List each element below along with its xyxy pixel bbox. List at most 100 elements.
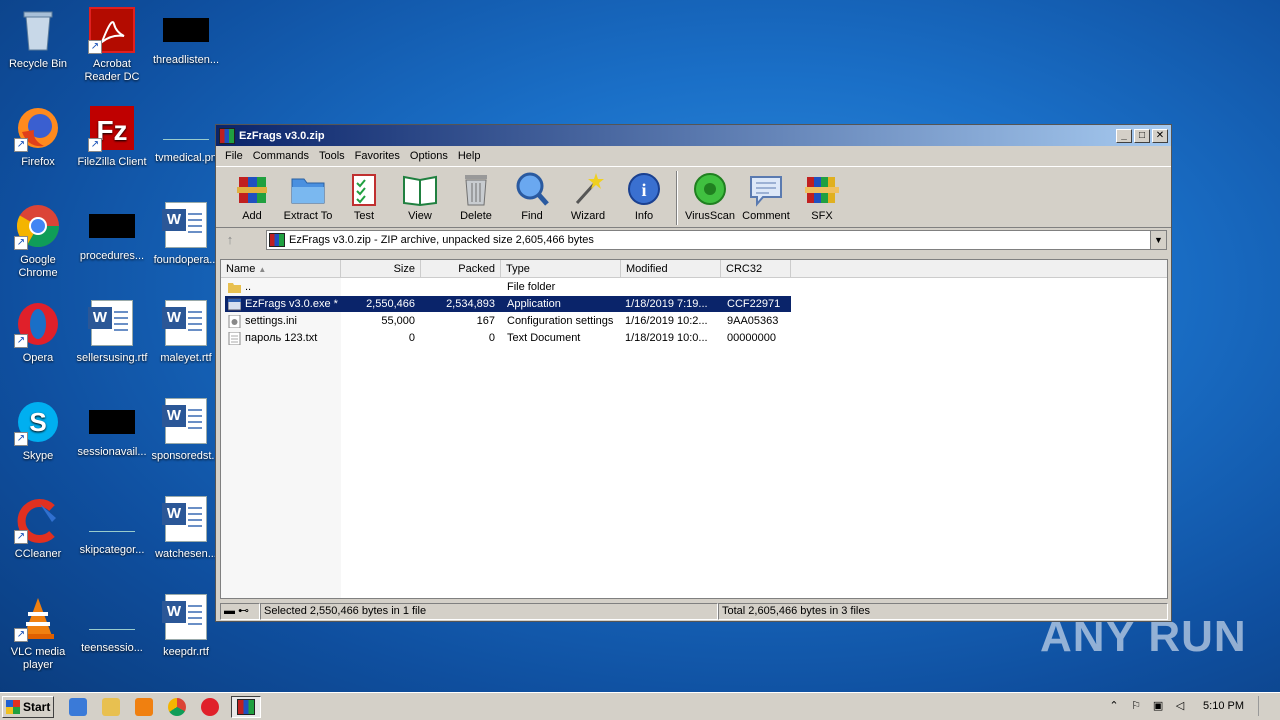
svg-text:S: S — [29, 407, 46, 437]
show-desktop-button[interactable] — [1258, 696, 1272, 716]
menu-file[interactable]: File — [220, 150, 248, 162]
table-row[interactable]: пароль 123.txt 0 0 Text Document 1/18/20… — [225, 330, 791, 346]
wizard-button[interactable]: Wizard — [560, 171, 616, 222]
virusscan-button[interactable]: VirusScan — [682, 171, 738, 222]
desktop-icon-filezilla[interactable]: Fz ↗ FileZilla Client — [74, 104, 150, 169]
column-header-type[interactable]: Type — [501, 260, 621, 278]
table-row-selected[interactable]: EzFrags v3.0.exe * 2,550,466 2,534,893 A… — [225, 296, 791, 312]
row-crc — [721, 279, 791, 295]
skype-icon: S ↗ — [14, 398, 62, 446]
desktop-icon-foundopera[interactable]: W foundopera... — [148, 202, 224, 267]
address-bar: ↑ EzFrags v3.0.zip - ZIP archive, unpack… — [216, 228, 1171, 252]
info-button[interactable]: i Info — [616, 171, 672, 222]
status-bar: ▬ ⊷ Selected 2,550,466 bytes in 1 file T… — [220, 603, 1168, 621]
add-button[interactable]: Add — [224, 171, 280, 222]
desktop-icon-skipcategor[interactable]: skipcategor... — [74, 496, 150, 557]
show-hidden-icons-icon[interactable]: ⌃ — [1107, 699, 1121, 713]
sfx-button[interactable]: SFX — [794, 171, 850, 222]
delete-icon — [457, 171, 495, 207]
winrar-window: EzFrags v3.0.zip _ □ ✕ File Commands Too… — [215, 124, 1172, 622]
desktop-icon-label: sellersusing.rtf — [76, 352, 148, 364]
shortcut-arrow-icon: ↗ — [14, 334, 28, 348]
minimize-button[interactable]: _ — [1116, 128, 1132, 143]
winrar-taskbar-button[interactable] — [231, 695, 261, 718]
desktop-icon-label: keepdr.rtf — [163, 646, 209, 658]
desktop-icon-sellersusing[interactable]: W sellersusing.rtf — [74, 300, 150, 365]
desktop-icon-skype[interactable]: S ↗ Skype — [0, 398, 76, 463]
start-button[interactable]: Start — [2, 695, 54, 718]
winrar-icon — [237, 698, 255, 715]
desktop-icon-label: FileZilla Client — [77, 156, 147, 168]
folder-icon — [228, 282, 241, 293]
find-label: Find — [521, 210, 543, 222]
find-button[interactable]: Find — [504, 171, 560, 222]
view-button[interactable]: View — [392, 171, 448, 222]
desktop-icon-tvmedical[interactable]: tvmedical.pn — [148, 104, 224, 165]
title-bar[interactable]: EzFrags v3.0.zip _ □ ✕ — [216, 125, 1171, 146]
row-name: .. — [245, 281, 252, 293]
blank-file-icon — [89, 606, 135, 630]
desktop-icon-ccleaner[interactable]: ↗ CCleaner — [0, 496, 76, 561]
desktop-icon-firefox[interactable]: ↗ Firefox — [0, 104, 76, 169]
column-header-packed[interactable]: Packed — [421, 260, 501, 278]
desktop-icon-keepdr[interactable]: W keepdr.rtf — [148, 594, 224, 659]
opera-taskbar-icon[interactable] — [201, 697, 219, 716]
extract-to-button[interactable]: Extract To — [280, 171, 336, 222]
media-player-icon[interactable] — [135, 697, 153, 716]
menu-tools[interactable]: Tools — [314, 150, 350, 162]
add-label: Add — [242, 210, 262, 222]
test-button[interactable]: Test — [336, 171, 392, 222]
column-header-crc32[interactable]: CRC32 — [721, 260, 791, 278]
file-explorer-icon[interactable] — [102, 697, 120, 716]
find-icon — [513, 171, 551, 207]
menu-options[interactable]: Options — [405, 150, 453, 162]
desktop-icon-opera[interactable]: ↗ Opera — [0, 300, 76, 365]
clock[interactable]: 5:10 PM — [1203, 700, 1244, 712]
comment-button[interactable]: Comment — [738, 171, 794, 222]
desktop-icon-label: Google Chrome — [18, 254, 58, 279]
desktop-icon-recycle-bin[interactable]: Recycle Bin — [0, 6, 76, 71]
menu-favorites[interactable]: Favorites — [350, 150, 405, 162]
address-field[interactable]: EzFrags v3.0.zip - ZIP archive, unpacked… — [266, 230, 1167, 250]
ccleaner-icon: ↗ — [14, 496, 62, 544]
delete-button[interactable]: Delete — [448, 171, 504, 222]
network-icon[interactable]: ▣ — [1151, 699, 1165, 713]
add-icon — [233, 171, 271, 207]
row-crc: 9AA05363 — [727, 315, 779, 327]
desktop-icon-sessionavail[interactable]: sessionavail... — [74, 398, 150, 459]
row-type: Text Document — [507, 332, 581, 344]
desktop-icon-maleyet[interactable]: W maleyet.rtf — [148, 300, 224, 365]
menu-commands[interactable]: Commands — [248, 150, 314, 162]
close-button[interactable]: ✕ — [1152, 128, 1168, 143]
desktop-icon-label: sponsoredst... — [151, 450, 221, 462]
desktop-icon-acrobat[interactable]: ↗ Acrobat Reader DC — [74, 6, 150, 84]
desktop-icon-chrome[interactable]: ↗ Google Chrome — [0, 202, 76, 280]
chrome-taskbar-icon[interactable] — [168, 697, 186, 716]
column-header-modified[interactable]: Modified — [621, 260, 721, 278]
acrobat-icon: ↗ — [88, 6, 136, 54]
toolbar-separator — [676, 171, 678, 225]
address-dropdown-button[interactable]: ▼ — [1150, 231, 1166, 249]
internet-explorer-icon[interactable] — [69, 697, 87, 716]
sort-ascending-icon: ▲ — [258, 265, 267, 274]
shortcut-arrow-icon: ↗ — [14, 530, 28, 544]
desktop-icon-vlc[interactable]: ↗ VLC media player — [0, 594, 76, 672]
desktop-icon-watchesen[interactable]: W watchesen... — [148, 496, 224, 561]
up-folder-button[interactable]: ↑ — [220, 230, 240, 250]
column-header-size[interactable]: Size — [341, 260, 421, 278]
table-row[interactable]: settings.ini 55,000 167 Configuration se… — [225, 313, 791, 329]
desktop-icon-threadlisten[interactable]: threadlisten... — [148, 6, 224, 67]
volume-icon[interactable]: ◁ — [1173, 699, 1187, 713]
drive-icon[interactable]: ▬ ⊷ — [220, 603, 260, 620]
test-icon — [345, 171, 383, 207]
maximize-button[interactable]: □ — [1134, 128, 1150, 143]
test-label: Test — [353, 210, 375, 222]
shortcut-arrow-icon: ↗ — [88, 138, 102, 152]
desktop-icon-sponsoredst[interactable]: W sponsoredst... — [148, 398, 224, 463]
menu-help[interactable]: Help — [453, 150, 486, 162]
column-header-name[interactable]: Name ▲ — [221, 260, 341, 278]
desktop-icon-procedures[interactable]: procedures... — [74, 202, 150, 263]
table-row[interactable]: .. File folder — [225, 279, 791, 295]
action-center-flag-icon[interactable]: ⚐ — [1129, 699, 1143, 713]
desktop-icon-teensessio[interactable]: teensessio... — [74, 594, 150, 655]
